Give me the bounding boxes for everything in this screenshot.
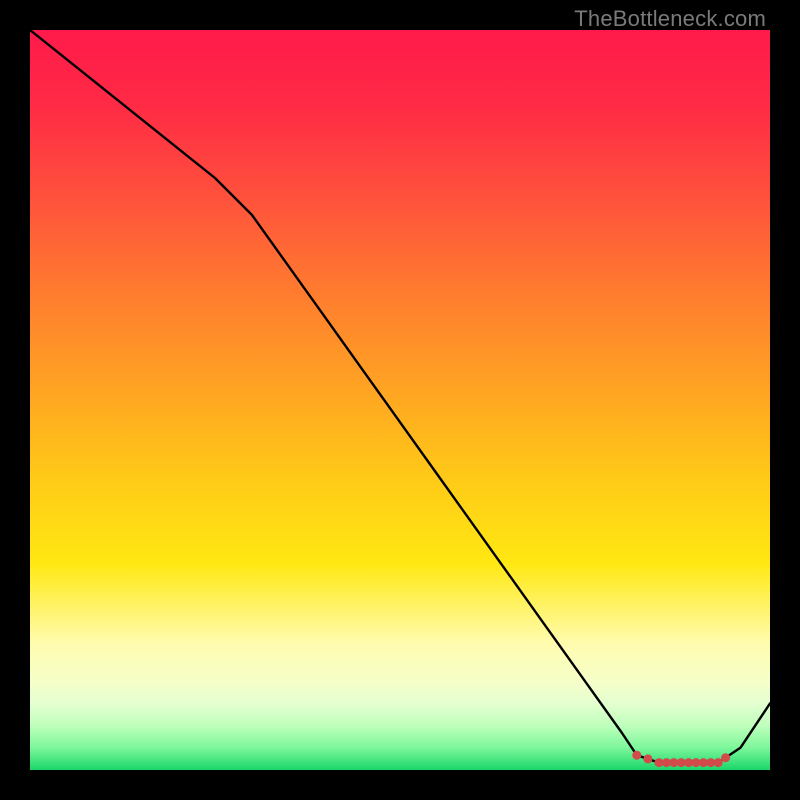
marker-dot <box>714 758 723 767</box>
watermark-text: TheBottleneck.com <box>574 6 766 32</box>
low-markers <box>632 751 730 767</box>
bottleneck-curve <box>30 30 770 763</box>
marker-dot <box>643 754 652 763</box>
marker-dot <box>632 751 641 760</box>
plot-area <box>30 30 770 770</box>
chart-frame: TheBottleneck.com <box>0 0 800 800</box>
marker-dot <box>721 753 730 762</box>
chart-svg <box>30 30 770 770</box>
